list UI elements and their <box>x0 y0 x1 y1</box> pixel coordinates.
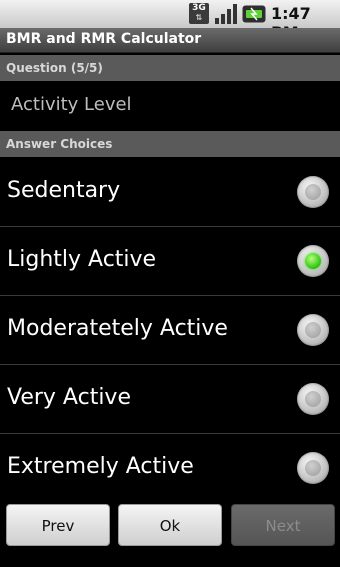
signal-icon <box>215 4 237 24</box>
answer-label: Lightly Active <box>7 247 157 272</box>
radio-dot-icon <box>305 184 321 200</box>
prev-button[interactable]: Prev <box>6 504 110 546</box>
answer-option-extremely-active[interactable]: Extremely Active <box>0 434 340 502</box>
answer-option-moderately-active[interactable]: Moderatetely Active <box>0 296 340 364</box>
status-bar: 3G ⇅ 1:47 PM <box>0 0 340 42</box>
answer-choices-header: Answer Choices <box>0 131 340 157</box>
3g-data-icon: 3G ⇅ <box>189 3 209 24</box>
radio-button[interactable] <box>297 176 329 208</box>
app-title: BMR and RMR Calculator <box>6 31 202 47</box>
radio-button[interactable] <box>297 314 329 346</box>
answer-label: Moderatetely Active <box>7 316 228 341</box>
answer-label: Extremely Active <box>7 454 194 479</box>
question-header-label: Question (5/5) <box>6 61 103 75</box>
radio-dot-icon <box>305 460 321 476</box>
battery-icon <box>242 5 266 23</box>
answer-option-very-active[interactable]: Very Active <box>0 365 340 433</box>
answer-choices-label: Answer Choices <box>6 137 113 151</box>
radio-button-selected[interactable] <box>297 245 329 277</box>
answer-label: Sedentary <box>7 178 121 203</box>
radio-dot-icon <box>305 322 321 338</box>
radio-dot-icon <box>305 391 321 407</box>
question-header: Question (5/5) <box>0 55 340 81</box>
app-title-bar: BMR and RMR Calculator <box>0 28 340 53</box>
answer-label: Very Active <box>7 385 131 410</box>
radio-dot-icon <box>305 253 321 269</box>
ok-button[interactable]: Ok <box>118 504 222 546</box>
question-text: Activity Level <box>11 94 132 115</box>
radio-button[interactable] <box>297 452 329 484</box>
answer-option-lightly-active[interactable]: Lightly Active <box>0 227 340 295</box>
answer-option-sedentary[interactable]: Sedentary <box>0 158 340 226</box>
radio-button[interactable] <box>297 383 329 415</box>
next-button[interactable]: Next <box>231 504 335 546</box>
